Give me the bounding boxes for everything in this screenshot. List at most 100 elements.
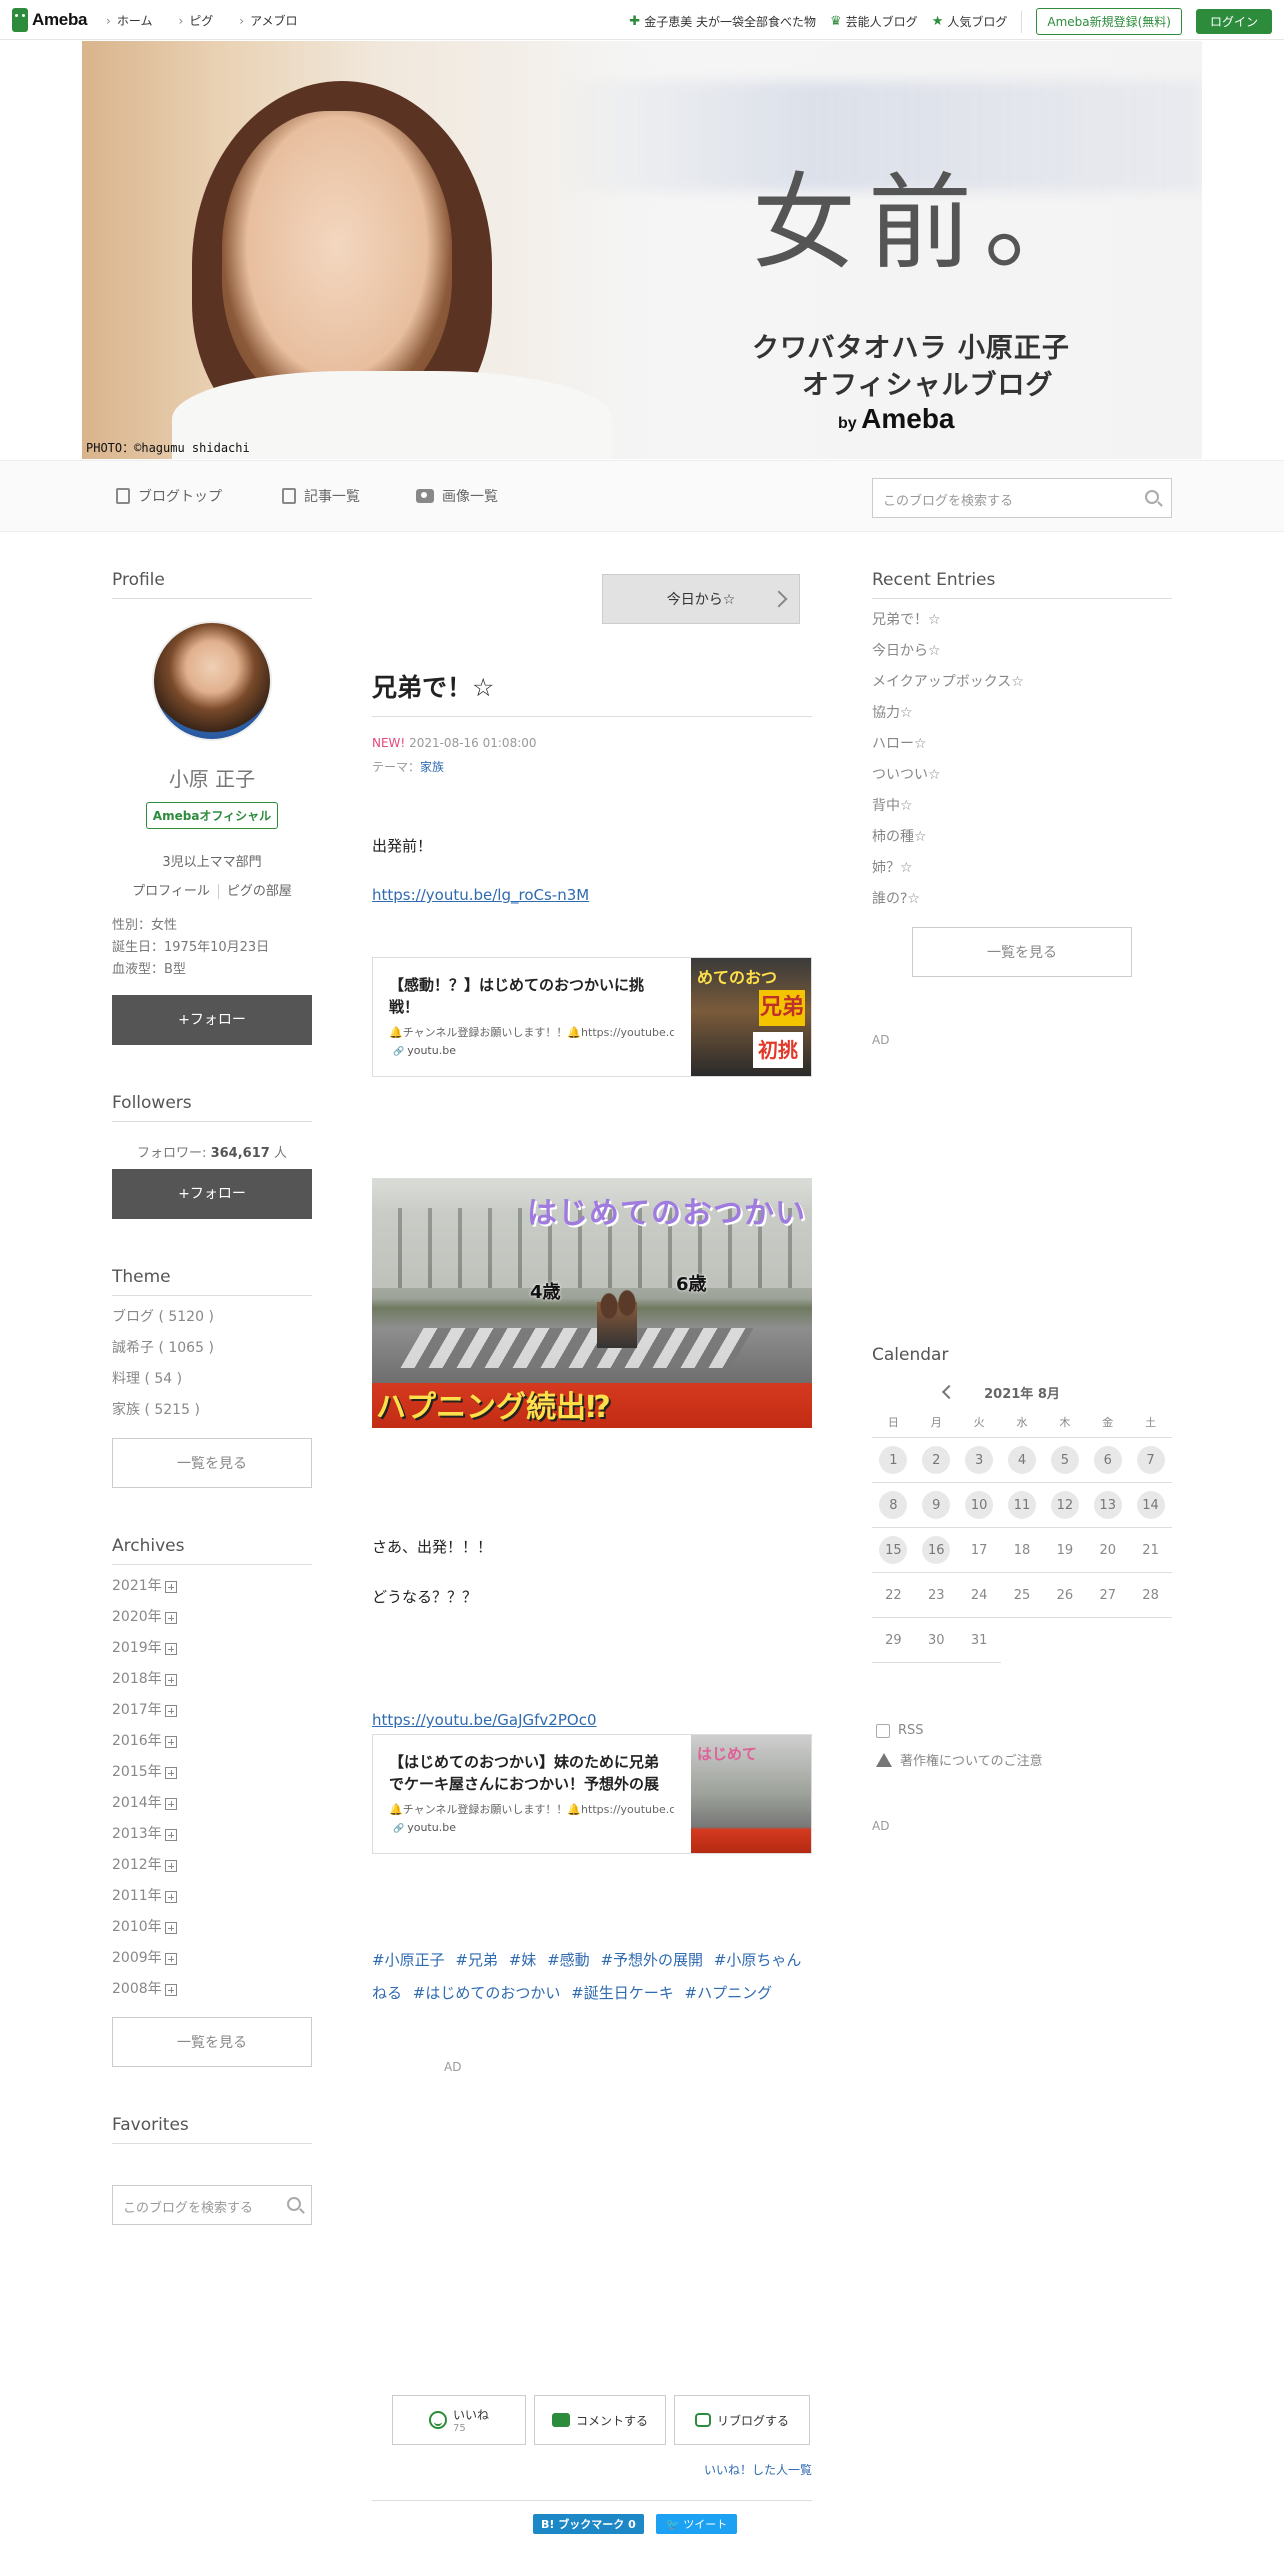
calendar-day[interactable]: 12 (1043, 1483, 1087, 1528)
link-card-1[interactable]: 【感動！？】はじめてのおつかいに挑戦！ 🔔チャンネル登録お願いします！！🔔htt… (372, 957, 812, 1077)
recent-entry[interactable]: メイクアップボックス☆ (872, 667, 1172, 698)
calendar-day[interactable]: 14 (1129, 1483, 1172, 1528)
calendar-day[interactable]: 5 (1043, 1438, 1087, 1483)
search-icon[interactable] (287, 2197, 301, 2211)
login-button[interactable]: ログイン (1195, 9, 1272, 34)
ameba-logo[interactable]: Ameba (12, 8, 87, 32)
copyright-link[interactable]: 著作権についてのご注意 (876, 1750, 1172, 1769)
archive-year[interactable]: 2008年 (112, 1974, 312, 2005)
popular-blog-link[interactable]: ★ 人気ブログ (932, 13, 1008, 30)
hashtag[interactable]: #妹 (509, 1951, 537, 1969)
blog-search-input[interactable]: このブログを検索する (872, 478, 1172, 518)
calendar-day[interactable]: 10 (957, 1483, 1001, 1528)
expand-icon[interactable] (164, 1828, 177, 1841)
theme-link[interactable]: 家族 (420, 760, 444, 774)
recent-entry[interactable]: 姉？☆ (872, 853, 1172, 884)
archive-year[interactable]: 2009年 (112, 1943, 312, 1974)
celebrity-blog-link[interactable]: ♛ 芸能人ブログ (830, 13, 918, 30)
expand-icon[interactable] (164, 1704, 177, 1717)
official-badge[interactable]: Amebaオフィシャル (146, 802, 278, 829)
expand-icon[interactable] (164, 1890, 177, 1903)
theme-item[interactable]: ブログ ( 5120 ) (112, 1302, 312, 1333)
expand-icon[interactable] (164, 1673, 177, 1686)
archive-year[interactable]: 2018年 (112, 1664, 312, 1695)
expand-icon[interactable] (164, 1766, 177, 1779)
calendar-day[interactable]: 9 (914, 1483, 958, 1528)
expand-icon[interactable] (164, 1580, 177, 1593)
recent-entry[interactable]: ついつい☆ (872, 760, 1172, 791)
archive-year[interactable]: 2020年 (112, 1602, 312, 1633)
calendar-day[interactable]: 11 (1000, 1483, 1044, 1528)
youtube-link-2[interactable]: https://youtu.be/GaJGfv2POc0 (372, 1711, 597, 1729)
search-icon[interactable] (1145, 490, 1159, 504)
next-entry-button[interactable]: 今日から☆ (602, 574, 800, 624)
hashtag[interactable]: #予想外の展開 (600, 1951, 703, 1969)
blog-header-banner[interactable]: 女前。 クワバタオハラ 小原正子 オフィシャルブログ by Ameba PHOT… (82, 41, 1202, 459)
calendar-day[interactable]: 15 (872, 1528, 915, 1573)
nav-home[interactable]: ホーム (106, 12, 153, 29)
like-button[interactable]: いいね 75 (392, 2395, 526, 2445)
archive-year[interactable]: 2010年 (112, 1912, 312, 1943)
pigg-room-link[interactable]: ピグの部屋 (217, 884, 292, 899)
expand-icon[interactable] (164, 1797, 177, 1810)
archive-year[interactable]: 2017年 (112, 1695, 312, 1726)
archive-year[interactable]: 2016年 (112, 1726, 312, 1757)
theme-item[interactable]: 誠希子 ( 1065 ) (112, 1333, 312, 1364)
archive-year[interactable]: 2011年 (112, 1881, 312, 1912)
recent-entry[interactable]: 背中☆ (872, 791, 1172, 822)
entry-list-link[interactable]: 記事一覧 (282, 486, 360, 506)
calendar-day[interactable]: 1 (872, 1438, 915, 1483)
trending-link[interactable]: ✚ 金子恵美 夫が一袋全部食べた物 (629, 13, 816, 30)
blog-top-link[interactable]: ブログトップ (116, 486, 222, 506)
profile-name[interactable]: 小原 正子 (112, 763, 312, 792)
recent-entry[interactable]: 今日から☆ (872, 636, 1172, 667)
hashtag[interactable]: #兄弟 (455, 1951, 498, 1969)
calendar-day[interactable]: 6 (1086, 1438, 1130, 1483)
hashtag[interactable]: #ハプニング (685, 1984, 773, 2002)
expand-icon[interactable] (164, 1642, 177, 1655)
image-list-link[interactable]: 画像一覧 (416, 486, 498, 506)
youtube-link-1[interactable]: https://youtu.be/lg_roCs-n3M (372, 886, 589, 904)
archive-year[interactable]: 2015年 (112, 1757, 312, 1788)
expand-icon[interactable] (164, 1921, 177, 1934)
hashtag[interactable]: #誕生日ケーキ (571, 1984, 674, 2002)
expand-icon[interactable] (164, 1983, 177, 1996)
theme-item[interactable]: 料理 ( 54 ) (112, 1364, 312, 1395)
archive-year[interactable]: 2012年 (112, 1850, 312, 1881)
calendar-day[interactable]: 13 (1086, 1483, 1130, 1528)
sidebar-search-input[interactable]: このブログを検索する (112, 2185, 312, 2225)
follow-button[interactable]: +フォロー (112, 995, 312, 1045)
archive-year[interactable]: 2014年 (112, 1788, 312, 1819)
reblog-button[interactable]: リブログする (674, 2395, 810, 2445)
theme-more-button[interactable]: 一覧を見る (112, 1438, 312, 1488)
hashtag[interactable]: #はじめてのおつかい (413, 1984, 561, 2002)
recent-entry[interactable]: ハロー☆ (872, 729, 1172, 760)
calendar-day[interactable]: 8 (872, 1483, 915, 1528)
tweet-button[interactable]: 🐦 ツイート (656, 2514, 738, 2534)
theme-item[interactable]: 家族 ( 5215 ) (112, 1395, 312, 1426)
hashtag[interactable]: #感動 (547, 1951, 590, 1969)
calendar-day[interactable]: 3 (957, 1438, 1001, 1483)
calendar-day[interactable]: 7 (1129, 1438, 1172, 1483)
nav-pigg[interactable]: ピグ (178, 12, 213, 29)
expand-icon[interactable] (164, 1735, 177, 1748)
recent-entry[interactable]: 誰の?☆ (872, 884, 1172, 915)
expand-icon[interactable] (164, 1611, 177, 1624)
hashtag[interactable]: #小原正子 (372, 1951, 445, 1969)
comment-button[interactable]: コメントする (534, 2395, 666, 2445)
expand-icon[interactable] (164, 1952, 177, 1965)
profile-link[interactable]: プロフィール (132, 884, 210, 899)
archive-more-button[interactable]: 一覧を見る (112, 2017, 312, 2067)
avatar[interactable] (152, 621, 272, 741)
archive-year[interactable]: 2021年 (112, 1571, 312, 1602)
recent-entry[interactable]: 兄弟で！☆ (872, 605, 1172, 636)
hatena-bookmark-button[interactable]: B! ブックマーク 0 (533, 2514, 644, 2534)
article-title[interactable]: 兄弟で！☆ (372, 668, 812, 717)
profile-category[interactable]: 3児以上ママ部門 (112, 851, 312, 870)
recent-entry[interactable]: 柿の種☆ (872, 822, 1172, 853)
article-image[interactable]: はじめてのおつかい 4歳 6歳 ハプニング続出⁉ (372, 1178, 812, 1428)
rss-link[interactable]: RSS (876, 1723, 1172, 1738)
expand-icon[interactable] (164, 1859, 177, 1872)
follow-button-2[interactable]: +フォロー (112, 1169, 312, 1219)
link-card-2[interactable]: 【はじめてのおつかい】妹のために兄弟でケーキ屋さんにおつかい！予想外の展開 🔔チ… (372, 1734, 812, 1854)
